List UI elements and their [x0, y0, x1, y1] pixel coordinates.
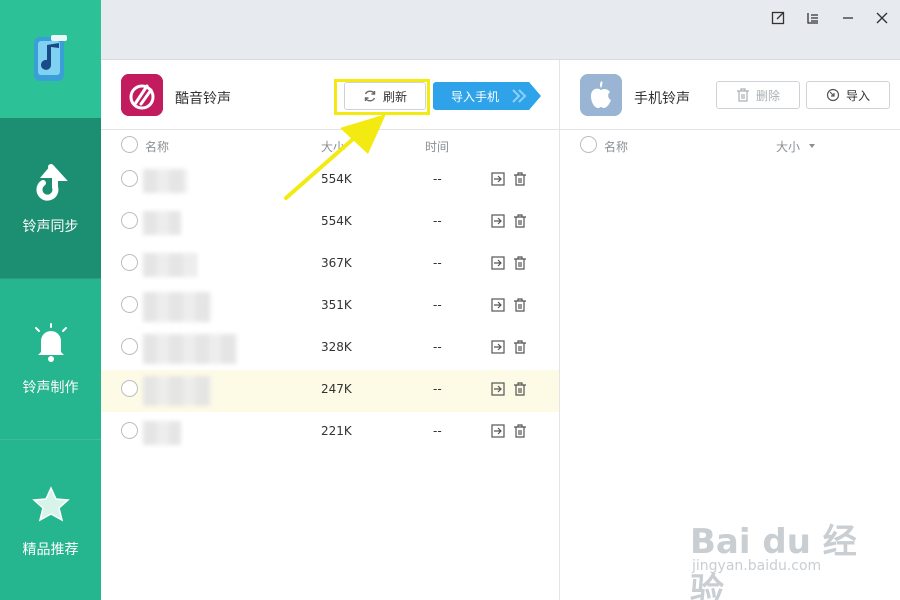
ringtone-list: 554K -- 554K -- 367K -- 351K -- 328K -- …	[101, 160, 559, 454]
row-checkbox[interactable]	[121, 338, 138, 355]
blurred-name	[143, 334, 237, 364]
list-header: 名称 大小	[560, 130, 900, 160]
export-icon[interactable]	[491, 298, 505, 312]
sidebar-item-label: 铃声制作	[22, 380, 79, 396]
import-arrow-tail-icon	[507, 82, 541, 110]
trash-icon[interactable]	[513, 424, 527, 438]
blurred-name	[143, 253, 197, 277]
table-row[interactable]: 351K --	[101, 286, 559, 328]
row-size: 221K	[321, 424, 352, 438]
computer-ringtone-panel: 酷音铃声 刷新 导入手机 名称 大小 时间 554K -- 554K -- 36…	[101, 60, 559, 600]
kuyin-app-icon	[121, 74, 163, 116]
apple-device-icon	[580, 74, 622, 116]
sidebar-item-label: 精品推荐	[22, 541, 79, 558]
blurred-name	[143, 169, 187, 193]
sidebar-item-ringtone-make[interactable]: 铃声制作	[0, 279, 101, 440]
watermark-sub: jingyan.baidu.com	[692, 558, 822, 574]
row-time: --	[433, 340, 442, 354]
blurred-name	[143, 421, 181, 445]
row-size: 351K	[321, 298, 352, 312]
table-row[interactable]: 554K --	[101, 202, 559, 244]
bell-icon	[29, 321, 73, 365]
row-time: --	[433, 256, 442, 270]
export-icon[interactable]	[491, 382, 505, 396]
import-button[interactable]: 导入	[806, 81, 890, 109]
edit-icon[interactable]	[768, 8, 788, 28]
watermark: Bai du 经验 jingyan.baidu.com	[690, 500, 880, 600]
highlight-annotation	[334, 79, 430, 115]
minimize-icon[interactable]	[838, 8, 858, 28]
sidebar-item-ringtone-sync[interactable]: 铃声同步	[0, 118, 101, 279]
table-row-selected[interactable]: 247K --	[101, 370, 559, 412]
blurred-name	[143, 292, 211, 322]
column-name: 名称	[604, 140, 629, 154]
import-to-phone-button[interactable]: 导入手机	[433, 82, 517, 110]
blurred-name	[143, 376, 211, 406]
table-row[interactable]: 328K --	[101, 328, 559, 370]
menu-icon[interactable]	[803, 8, 823, 28]
app-logo	[0, 0, 101, 118]
panel-header: 手机铃声 删除 导入	[560, 60, 900, 130]
trash-icon	[736, 88, 750, 102]
table-row[interactable]: 221K --	[101, 412, 559, 454]
blurred-name	[143, 211, 181, 235]
row-checkbox[interactable]	[121, 170, 138, 187]
row-checkbox[interactable]	[121, 422, 138, 439]
row-checkbox[interactable]	[121, 254, 138, 271]
delete-label: 删除	[755, 88, 780, 103]
panel-header: 酷音铃声 刷新 导入手机	[101, 60, 559, 130]
export-icon[interactable]	[491, 256, 505, 270]
export-icon[interactable]	[491, 172, 505, 186]
row-time: --	[433, 172, 442, 186]
close-icon[interactable]	[872, 8, 892, 28]
title-bar	[101, 0, 900, 60]
column-size[interactable]: 大小	[776, 138, 800, 155]
column-name: 名称	[145, 140, 170, 154]
panel-title: 手机铃声	[634, 91, 690, 107]
export-icon[interactable]	[491, 340, 505, 354]
row-checkbox[interactable]	[121, 212, 138, 229]
select-all-checkbox[interactable]	[580, 136, 597, 153]
trash-icon[interactable]	[513, 172, 527, 186]
sync-arrow-icon	[29, 160, 73, 204]
row-time: --	[433, 298, 442, 312]
select-all-checkbox[interactable]	[121, 136, 138, 153]
row-size: 554K	[321, 214, 352, 228]
trash-icon[interactable]	[513, 340, 527, 354]
sidebar-item-featured[interactable]: 精品推荐	[0, 440, 101, 600]
row-time: --	[433, 424, 442, 438]
row-checkbox[interactable]	[121, 380, 138, 397]
music-phone-logo-icon	[33, 35, 67, 81]
delete-button[interactable]: 删除	[716, 81, 800, 109]
row-size: 554K	[321, 172, 352, 186]
export-icon[interactable]	[491, 214, 505, 228]
star-icon	[29, 483, 73, 527]
table-row[interactable]: 554K --	[101, 160, 559, 202]
panel-title: 酷音铃声	[175, 91, 231, 107]
import-to-phone-label: 导入手机	[450, 89, 499, 104]
column-time: 时间	[425, 140, 450, 154]
export-icon[interactable]	[491, 424, 505, 438]
list-header: 名称 大小 时间	[101, 130, 559, 160]
sidebar: 铃声同步 铃声制作 精品推荐	[0, 0, 101, 600]
trash-icon[interactable]	[513, 256, 527, 270]
row-checkbox[interactable]	[121, 296, 138, 313]
sort-down-icon[interactable]	[808, 143, 816, 149]
watermark-main: Bai du 经验	[690, 522, 857, 600]
row-size: 367K	[321, 256, 352, 270]
sidebar-item-label: 铃声同步	[22, 219, 79, 235]
import-label: 导入	[845, 88, 870, 103]
row-size: 328K	[321, 340, 352, 354]
row-time: --	[433, 382, 442, 396]
column-size: 大小	[321, 140, 346, 154]
trash-icon[interactable]	[513, 214, 527, 228]
trash-icon[interactable]	[513, 382, 527, 396]
import-icon	[826, 88, 840, 102]
table-row[interactable]: 367K --	[101, 244, 559, 286]
trash-icon[interactable]	[513, 298, 527, 312]
row-size: 247K	[321, 382, 352, 396]
row-time: --	[433, 214, 442, 228]
